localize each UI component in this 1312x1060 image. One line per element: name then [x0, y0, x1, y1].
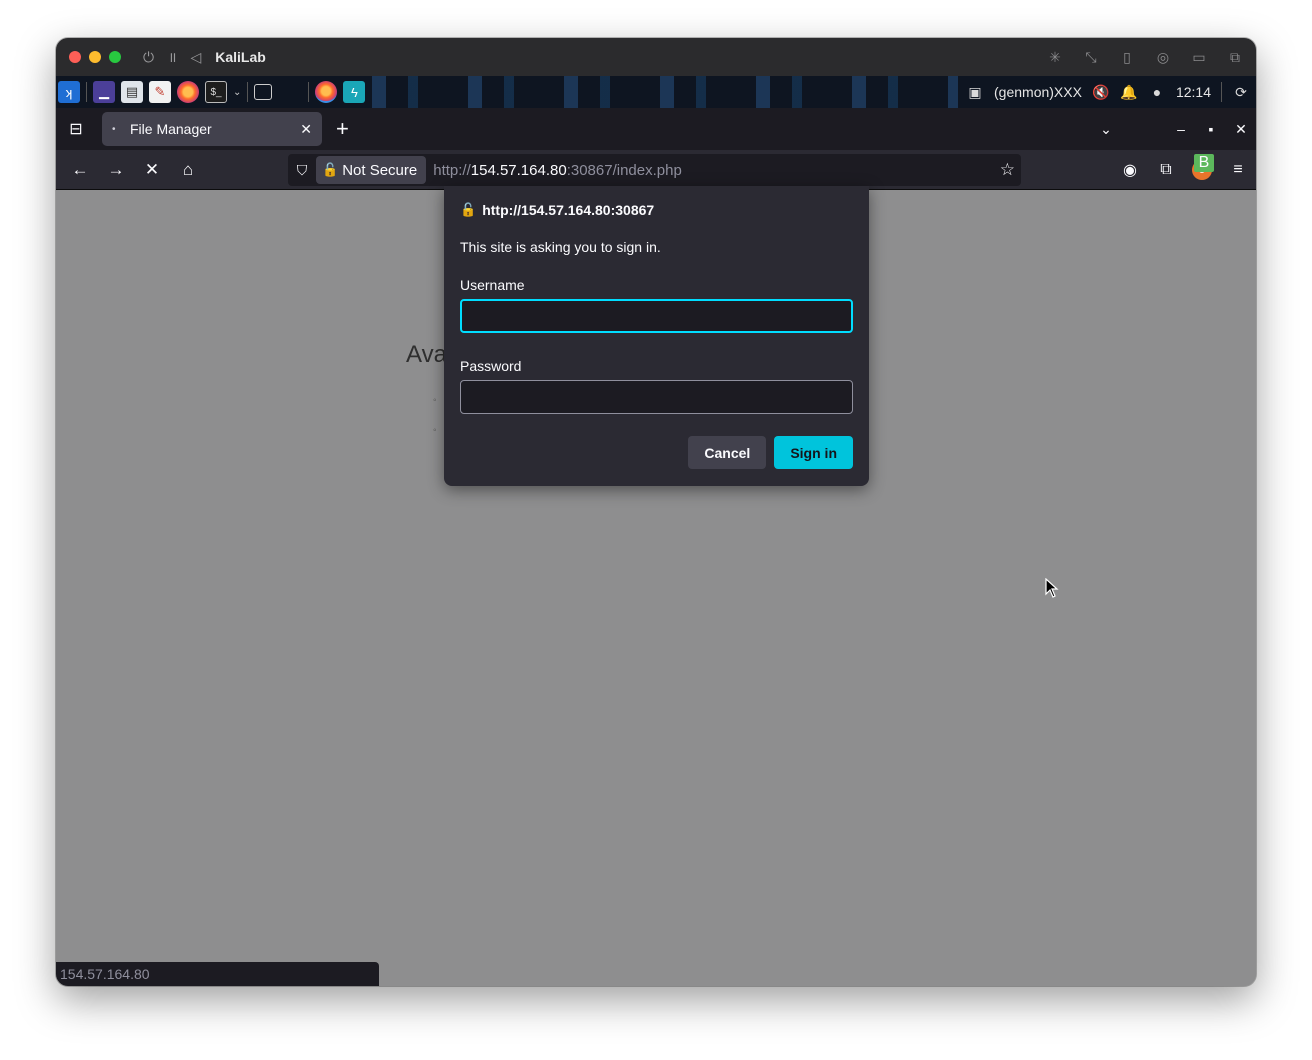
close-window-button[interactable] — [69, 51, 81, 63]
password-input[interactable] — [460, 380, 853, 414]
tab-file-manager[interactable]: • File Manager ✕ — [102, 112, 322, 146]
mac-title-bar: ⏻ ॥ ◁ KaliLab ✳ ⤡ ▯ ◎ ▭ ⧉ — [56, 38, 1256, 76]
page-heading: Ava — [406, 341, 447, 368]
chevron-down-icon[interactable]: ⌄ — [233, 87, 241, 98]
show-desktop-icon[interactable]: ▁ — [93, 81, 115, 103]
genmon-label[interactable]: (genmon)XXX — [994, 84, 1082, 100]
username-input[interactable] — [460, 299, 853, 333]
username-label: Username — [460, 277, 525, 293]
kali-menu-icon[interactable]: ʞ — [58, 81, 80, 103]
url-host: 154.57.164.80 — [470, 161, 567, 179]
mute-icon[interactable]: 🔇 — [1092, 84, 1110, 101]
share-folder-icon[interactable]: ▭ — [1190, 49, 1208, 66]
mouse-cursor-icon — [1045, 578, 1059, 598]
url-scheme: http:// — [433, 161, 471, 179]
dialog-buttons: Cancel Sign in — [688, 436, 853, 469]
tab-overview-icon[interactable]: ⊟ — [56, 119, 96, 139]
vm-toolbar-right: ✳ ⤡ ▯ ◎ ▭ ⧉ — [1046, 38, 1244, 76]
minimize-window-button[interactable] — [89, 51, 101, 63]
auth-dialog: 🔓 http://154.57.164.80:30867 This site i… — [444, 186, 869, 486]
burp-proxy-icon[interactable]: B● — [1192, 154, 1214, 180]
maximize-icon[interactable]: ▪ — [1196, 121, 1226, 137]
list-bullet: ◦ — [433, 395, 437, 406]
close-icon[interactable]: ✕ — [1226, 121, 1256, 138]
workspace-icon[interactable] — [254, 84, 273, 100]
list-tabs-icon[interactable]: ⌄ — [1091, 121, 1121, 138]
dialog-title: 🔓 http://154.57.164.80:30867 — [460, 202, 853, 218]
traffic-lights — [69, 51, 121, 63]
usb-icon[interactable]: ▯ — [1118, 49, 1136, 66]
sign-in-button[interactable]: Sign in — [774, 436, 853, 469]
home-icon[interactable]: ⌂ — [170, 160, 206, 180]
browser-nav-bar: ← → ✕ ⌂ ⛉ 🔓 Not Secure http://154.57.164… — [56, 150, 1256, 190]
nav-bar-right: ◉ ⧉ B● ≡ — [1120, 150, 1248, 190]
broken-lock-icon: 🔓 — [322, 162, 339, 177]
desktop-panel: ʞ ▁ ▤ ✎ $_ ⌄ ϟ ▣ (genmon)XXX 🔇 🔔 ● 12:14… — [56, 76, 1256, 108]
tab-title: File Manager — [130, 121, 212, 137]
refresh-icon[interactable]: ⟳ — [1232, 84, 1250, 101]
bookmark-star-icon[interactable]: ☆ — [1000, 160, 1015, 180]
text-editor-icon[interactable]: ✎ — [149, 81, 171, 103]
bell-icon[interactable]: 🔔 — [1120, 84, 1138, 101]
resize-icon[interactable]: ⤡ — [1082, 49, 1100, 66]
back-arrow-icon[interactable]: ← — [62, 160, 98, 180]
zoom-window-button[interactable] — [109, 51, 121, 63]
monitor-icon[interactable]: ▣ — [966, 84, 984, 101]
panel-launchers: ʞ ▁ ▤ ✎ $_ ⌄ ϟ — [58, 78, 366, 106]
vm-window: ⏻ ॥ ◁ KaliLab ✳ ⤡ ▯ ◎ ▭ ⧉ ʞ ▁ ▤ ✎ $_ ⌄ ϟ… — [56, 38, 1256, 986]
panel-separator — [1221, 82, 1222, 102]
url-bar[interactable]: ⛉ 🔓 Not Secure http://154.57.164.80:3086… — [288, 154, 1021, 186]
panel-separator — [247, 82, 249, 102]
not-secure-label: Not Secure — [342, 161, 418, 179]
dialog-origin: http://154.57.164.80:30867 — [482, 202, 655, 218]
terminal-icon[interactable]: $_ — [205, 81, 227, 103]
stop-loading-icon[interactable]: ✕ — [134, 160, 170, 180]
brightness-icon[interactable]: ✳ — [1046, 49, 1064, 66]
vm-controls: ⏻ ॥ ◁ — [143, 48, 201, 67]
network-icon[interactable]: ◎ — [1154, 49, 1172, 66]
tab-bar-right: ⌄ – ▪ ✕ — [1091, 108, 1256, 150]
firefox-task-icon[interactable] — [315, 81, 338, 103]
hamburger-menu-icon[interactable]: ≡ — [1228, 161, 1248, 179]
panel-tray: ▣ (genmon)XXX 🔇 🔔 ● 12:14 ⟳ — [958, 76, 1256, 108]
power-icon[interactable]: ⏻ — [143, 49, 154, 66]
cancel-button[interactable]: Cancel — [688, 436, 767, 469]
account-icon[interactable]: ◉ — [1120, 160, 1140, 180]
back-triangle-icon[interactable]: ◁ — [190, 49, 201, 66]
power-manager-icon[interactable]: ● — [1148, 84, 1166, 100]
close-tab-icon[interactable]: ✕ — [300, 121, 312, 138]
file-manager-icon[interactable]: ▤ — [121, 81, 143, 103]
minimize-icon[interactable]: – — [1166, 121, 1196, 137]
browser-tab-bar: ⊟ • File Manager ✕ + ⌄ – ▪ ✕ — [56, 108, 1256, 150]
firefox-launcher-icon[interactable] — [177, 81, 199, 103]
forward-arrow-icon[interactable]: → — [98, 160, 134, 180]
burp-tag-icon: B — [1194, 154, 1214, 172]
loading-dot-icon: • — [112, 123, 116, 135]
windows-icon[interactable]: ⧉ — [1226, 49, 1244, 66]
new-tab-icon[interactable]: + — [336, 116, 349, 142]
bolt-app-icon[interactable]: ϟ — [343, 81, 366, 103]
tracking-shield-icon[interactable]: ⛉ — [288, 162, 316, 179]
status-bar: 154.57.164.80 — [56, 962, 379, 986]
broken-lock-icon: 🔓 — [460, 202, 477, 217]
panel-separator — [308, 82, 310, 102]
clock[interactable]: 12:14 — [1176, 84, 1211, 100]
dialog-message: This site is asking you to sign in. — [460, 239, 661, 255]
url-text[interactable]: http://154.57.164.80:30867/index.php — [433, 162, 682, 179]
list-bullet: ◦ — [433, 425, 437, 436]
not-secure-badge[interactable]: 🔓 Not Secure — [316, 156, 427, 184]
url-path: :30867/index.php — [566, 161, 682, 179]
vm-title: KaliLab — [215, 49, 266, 65]
panel-separator — [86, 82, 87, 102]
pause-icon[interactable]: ॥ — [168, 48, 176, 67]
extensions-icon[interactable]: ⧉ — [1156, 161, 1176, 179]
password-label: Password — [460, 358, 522, 374]
